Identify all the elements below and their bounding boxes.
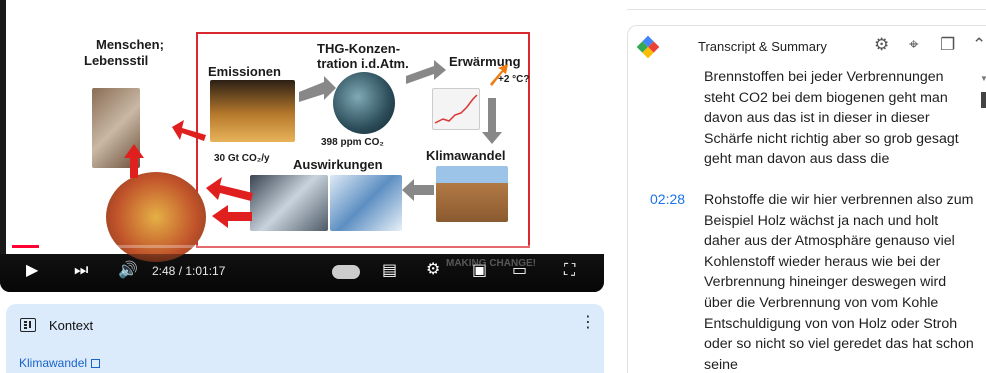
external-link-icon [91,359,101,368]
transcript-segment-1[interactable]: Brennstoffen bei jeder Verbrennungen ste… [704,67,974,170]
arrow-red-4 [124,144,144,178]
play-icon[interactable]: ▶ [26,263,38,279]
arrow-red-3 [212,205,252,228]
time-display: 2:48 / 1:01:17 [152,264,226,278]
context-more-icon[interactable]: ⋮ [580,315,596,331]
context-icon [20,318,36,332]
next-icon[interactable]: ⏭ [74,263,88,279]
volume-icon[interactable]: 🔊 [118,263,138,279]
transcript-segment-2[interactable]: Rohstoffe die wir hier verbrennen also z… [704,190,974,373]
arrow-orange [490,64,508,86]
arrow-grey-1 [299,76,336,102]
progress-bar[interactable] [12,245,592,248]
context-link-klimawandel[interactable]: Klimawandel [19,356,101,370]
context-link-label[interactable]: Klimawandel [19,356,87,370]
arrow-red-2 [206,177,253,201]
arrow-grey-2 [406,60,446,84]
panel-top-divider [627,0,986,10]
transcript-timestamp-2[interactable]: 02:28 [650,191,685,207]
context-card: Kontext ⋮ Klimawandel [6,304,604,373]
context-title: Kontext [49,318,94,333]
chatgpt-icon[interactable]: ⚙ [874,36,889,54]
arrow-red-1 [172,120,206,141]
autoplay-toggle[interactable] [332,265,360,279]
scrollbar-thumb[interactable] [981,92,986,108]
slide-arrows [124,60,508,228]
subtitles-icon[interactable]: ▤ [382,263,397,279]
progress-fill [12,245,39,248]
video-slide: Menschen; Lebensstil Emissionen THG-Konz… [6,0,604,262]
extension-logo-icon [636,35,660,59]
arrow-grey-4 [402,179,434,201]
copy-icon[interactable]: ❐ [940,36,955,54]
collapse-icon[interactable]: ⌃ [972,36,986,54]
settings-gear-icon[interactable]: ⚙ [426,262,440,278]
making-change-watermark: MAKING CHANGE! [446,258,536,269]
app-root: Menschen; Lebensstil Emissionen THG-Konz… [0,0,986,373]
arrow-grey-3 [482,98,502,144]
jump-to-current-icon[interactable]: ⌖ [909,36,919,54]
scroll-up-icon[interactable]: ▼ [980,74,986,83]
transcript-panel: Transcript & Summary ⚙ ⌖ ❐ ⌃ ▼ Brennstof… [627,25,986,373]
fullscreen-icon[interactable]: ⛶ [564,263,575,279]
panel-title: Transcript & Summary [698,39,827,54]
video-player[interactable]: Menschen; Lebensstil Emissionen THG-Konz… [0,0,604,292]
